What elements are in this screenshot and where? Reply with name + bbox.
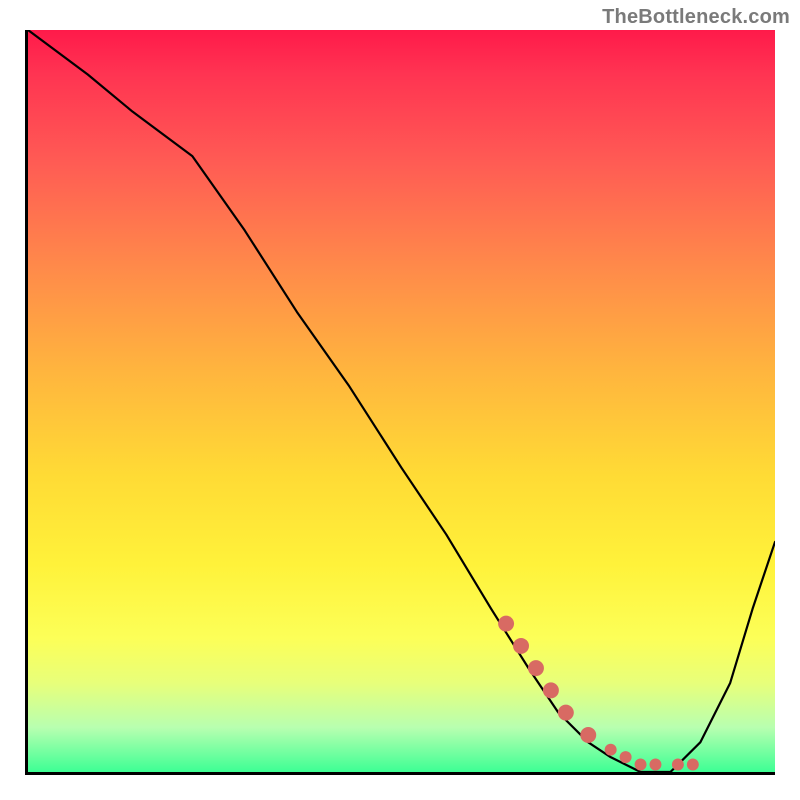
scatter-point: [513, 638, 529, 654]
scatter-point: [605, 744, 617, 756]
scatter-point: [650, 759, 662, 771]
scatter-point: [498, 616, 514, 632]
scatter-point: [580, 727, 596, 743]
scatter-point: [528, 660, 544, 676]
scatter-point: [672, 759, 684, 771]
scatter-point: [687, 759, 699, 771]
attribution-label: TheBottleneck.com: [602, 6, 790, 29]
scatter-point: [635, 759, 647, 771]
bottleneck-curve: [28, 30, 775, 772]
chart-svg: [28, 30, 775, 772]
scatter-point: [558, 705, 574, 721]
scatter-point: [543, 682, 559, 698]
plot-area: [25, 30, 775, 775]
scatter-series: [498, 616, 699, 771]
chart-container: TheBottleneck.com: [0, 0, 800, 800]
scatter-point: [620, 751, 632, 763]
